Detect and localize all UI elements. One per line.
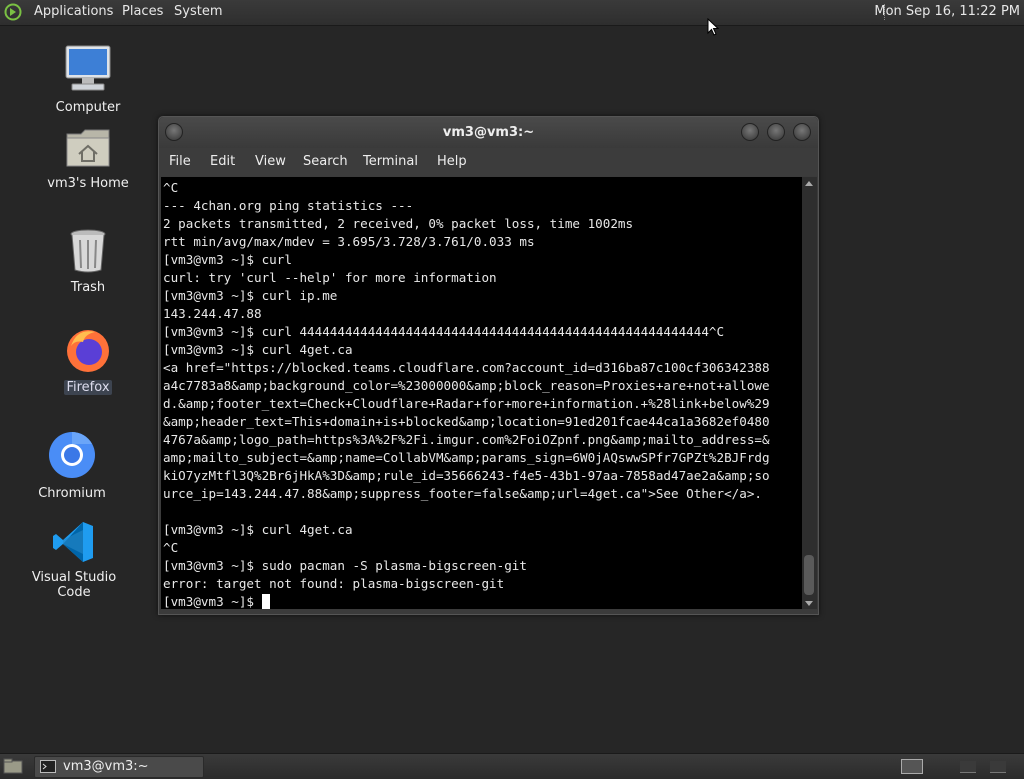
terminal-line: a4c7783a8&amp;background_color=%23000000… [163,378,770,393]
menu-terminal[interactable]: Terminal [363,154,418,169]
menu-view[interactable]: View [255,154,286,169]
terminal-line: curl: try 'curl --help' for more informa… [163,270,497,285]
terminal-line: kiO7yzMtfl3Q%2Br6jHkA%3D&amp;rule_id=356… [163,468,770,483]
terminal-line: 2 packets transmitted, 2 received, 0% pa… [163,216,634,231]
menu-help[interactable]: Help [437,154,467,169]
terminal-scrollbar[interactable] [802,177,817,609]
terminal-line: [vm3@vm3 ~]$ sudo pacman -S plasma-bigsc… [163,558,527,573]
workspace-switcher-3[interactable] [990,761,1006,773]
terminal-line: ^C [163,180,179,195]
desktop-icon-label: vm3's Home [47,176,129,191]
terminal-line: ^C [163,540,179,555]
terminal-line: d.&amp;footer_text=Check+Cloudflare+Rada… [163,396,770,411]
desktop-icon-vscode[interactable]: Visual Studio Code [14,520,134,600]
terminal-line: 4767a&amp;logo_path=https%3A%2F%2Fi.imgu… [163,432,770,447]
terminal-icon [40,760,56,773]
terminal-menubar: File Edit View Search Terminal Help [159,148,818,176]
terminal-line: error: target not found: plasma-bigscree… [163,576,505,591]
desktop-icon-label: Firefox [64,380,112,395]
desktop-icon-chromium[interactable]: Chromium [12,430,132,501]
trash-icon [70,229,106,273]
scrollbar-thumb[interactable] [804,555,814,595]
desktop-icon-label: Computer [55,100,121,115]
desktop-icon-home[interactable]: vm3's Home [28,126,148,191]
terminal-line: <a href="https://blocked.teams.cloudflar… [163,360,770,375]
window-titlebar[interactable]: vm3@vm3:~ [159,117,818,148]
firefox-icon [67,330,109,372]
desktop-icon-label: Visual Studio Code [31,570,117,600]
taskbar-terminal-button[interactable]: vm3@vm3:~ [34,756,204,778]
terminal-line: urce_ip=143.244.47.88&amp;suppress_foote… [163,486,762,501]
system-menu[interactable]: System [174,4,222,19]
applications-menu[interactable]: Applications [34,4,113,19]
window-title: vm3@vm3:~ [442,125,535,140]
terminal-line: rtt min/avg/max/mdev = 3.695/3.728/3.761… [163,234,535,249]
desktop-icon-label: Trash [70,280,106,295]
terminal-line: [vm3@vm3 ~]$ curl 4get.ca [163,522,353,537]
terminal-line: [vm3@vm3 ~]$ curl 4get.ca [163,342,353,357]
terminal-line: --- 4chan.org ping statistics --- [163,198,414,213]
home-folder-icon [66,129,110,167]
places-menu[interactable]: Places [122,4,163,19]
workspace-switcher-2[interactable] [960,761,976,773]
terminal-line: 143.244.47.88 [163,306,262,321]
desktop-icon-label: Chromium [38,486,106,501]
bottom-panel: vm3@vm3:~ [0,753,1024,779]
desktop-icon-firefox[interactable]: Firefox [28,326,148,395]
top-panel: Applications Places System Mon Sep 16, 1… [0,0,1024,26]
distro-logo-icon[interactable] [4,3,22,21]
terminal-line: [vm3@vm3 ~]$ curl [163,252,292,267]
terminal-line: [vm3@vm3 ~]$ curl 4444444444444444444444… [163,324,725,339]
scroll-down-arrow-icon[interactable] [805,601,813,606]
vscode-icon [53,522,93,562]
show-desktop-icon[interactable] [3,758,23,774]
desktop-icon-trash[interactable]: Trash [28,228,148,295]
scroll-up-arrow-icon[interactable] [805,181,813,186]
terminal-line: amp;mailto_subject=&amp;name=CollabVM&am… [163,450,770,465]
close-button[interactable] [793,123,811,141]
workspace-switcher-1[interactable] [901,759,923,774]
clock[interactable]: Mon Sep 16, 11:22 PM [874,4,1020,19]
menu-search[interactable]: Search [303,154,348,169]
desktop-icon-computer[interactable]: Computer [28,44,148,115]
menu-file[interactable]: File [169,154,191,169]
menu-edit[interactable]: Edit [210,154,235,169]
maximize-button[interactable] [767,123,785,141]
chromium-icon [49,432,95,478]
terminal-cursor [261,594,270,609]
terminal-window[interactable]: vm3@vm3:~ File Edit View Search Terminal… [158,116,819,615]
terminal-text: ^C --- 4chan.org ping statistics --- 2 p… [161,177,802,609]
terminal-output[interactable]: ^C --- 4chan.org ping statistics --- 2 p… [161,177,802,609]
minimize-button[interactable] [741,123,759,141]
terminal-prompt: [vm3@vm3 ~]$ [163,594,262,609]
taskbar-task-label: vm3@vm3:~ [63,759,149,774]
terminal-line: &amp;header_text=This+domain+is+blocked&… [163,414,770,429]
computer-icon [65,45,111,91]
mouse-pointer-icon [707,18,720,36]
terminal-line: [vm3@vm3 ~]$ curl ip.me [163,288,338,303]
